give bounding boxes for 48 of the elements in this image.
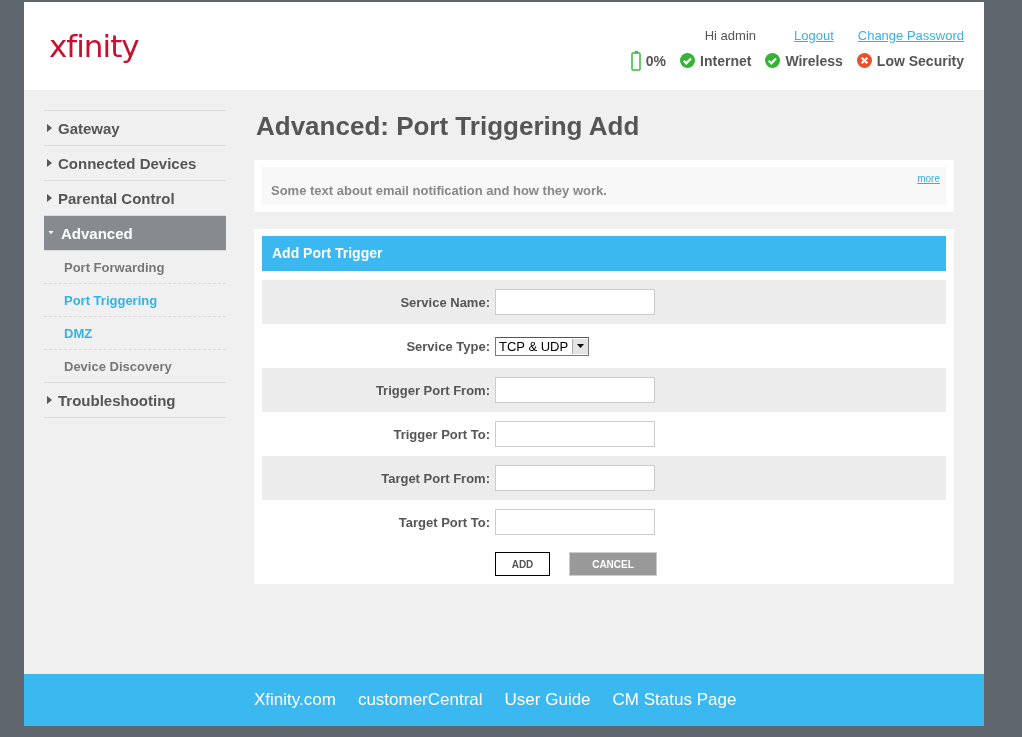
footer-link[interactable]: CM Status Page bbox=[612, 690, 737, 710]
page-title: Advanced: Port Triggering Add bbox=[256, 110, 641, 142]
footer-link[interactable]: User Guide bbox=[504, 690, 591, 710]
input-field[interactable] bbox=[495, 289, 655, 315]
status-label: 0% bbox=[645, 52, 667, 69]
caret-down-icon bbox=[47, 230, 55, 236]
sidebar-item[interactable]: Troubleshooting bbox=[44, 383, 226, 418]
info-text: Some text about email notification and how they work. bbox=[271, 183, 607, 199]
add-button[interactable]: ADD bbox=[495, 552, 550, 576]
input-field[interactable] bbox=[495, 509, 655, 535]
field-label: Service Type: bbox=[405, 338, 490, 354]
input-field[interactable] bbox=[495, 421, 655, 447]
footer-link[interactable]: Xfinity.com bbox=[254, 690, 336, 710]
input-field[interactable] bbox=[495, 465, 655, 491]
sidebar-subitem[interactable]: Port Forwarding bbox=[44, 251, 226, 284]
sidebar-subitem[interactable]: DMZ bbox=[44, 317, 226, 350]
header-link[interactable]: Change Password bbox=[857, 27, 964, 43]
status-label: Internet bbox=[700, 52, 752, 69]
check-icon bbox=[765, 53, 781, 68]
input-field[interactable] bbox=[495, 377, 655, 403]
field-label: Trigger Port From: bbox=[374, 382, 490, 398]
cancel-button[interactable]: CANCEL bbox=[569, 552, 657, 576]
status-label: Low Security bbox=[876, 52, 964, 69]
field-label: Target Port From: bbox=[380, 470, 490, 486]
sidebar-item[interactable]: Gateway bbox=[44, 111, 226, 146]
xfinity-logo: xfinity bbox=[49, 28, 139, 64]
service-type-dropdown[interactable]: TCP & UDP bbox=[495, 336, 590, 356]
header-link[interactable]: Logout bbox=[794, 27, 834, 43]
sidebar-item[interactable]: Connected Devices bbox=[44, 146, 226, 181]
field-label: Trigger Port To: bbox=[392, 426, 490, 442]
caret-right-icon bbox=[47, 124, 52, 132]
sidebar-subitem[interactable]: Device Discovery bbox=[44, 350, 226, 383]
caret-right-icon bbox=[47, 396, 52, 404]
greeting-text: Hi admin bbox=[704, 27, 756, 43]
form-header: Add Port Trigger bbox=[262, 236, 946, 271]
footer-link[interactable]: customerCentral bbox=[357, 690, 483, 710]
caret-right-icon bbox=[47, 194, 52, 202]
error-icon bbox=[856, 53, 872, 68]
caret-right-icon bbox=[47, 159, 52, 167]
sidebar-subitem[interactable]: Port Triggering bbox=[44, 284, 226, 317]
status-label: Wireless bbox=[785, 52, 843, 69]
field-label: Service Name: bbox=[399, 294, 490, 310]
field-label: Target Port To: bbox=[397, 514, 490, 530]
sidebar-item[interactable]: Advanced bbox=[44, 216, 226, 251]
more-link[interactable]: more bbox=[917, 173, 940, 184]
battery-icon bbox=[630, 50, 641, 71]
check-icon bbox=[680, 53, 696, 68]
dropdown-arrow-icon bbox=[577, 344, 585, 348]
